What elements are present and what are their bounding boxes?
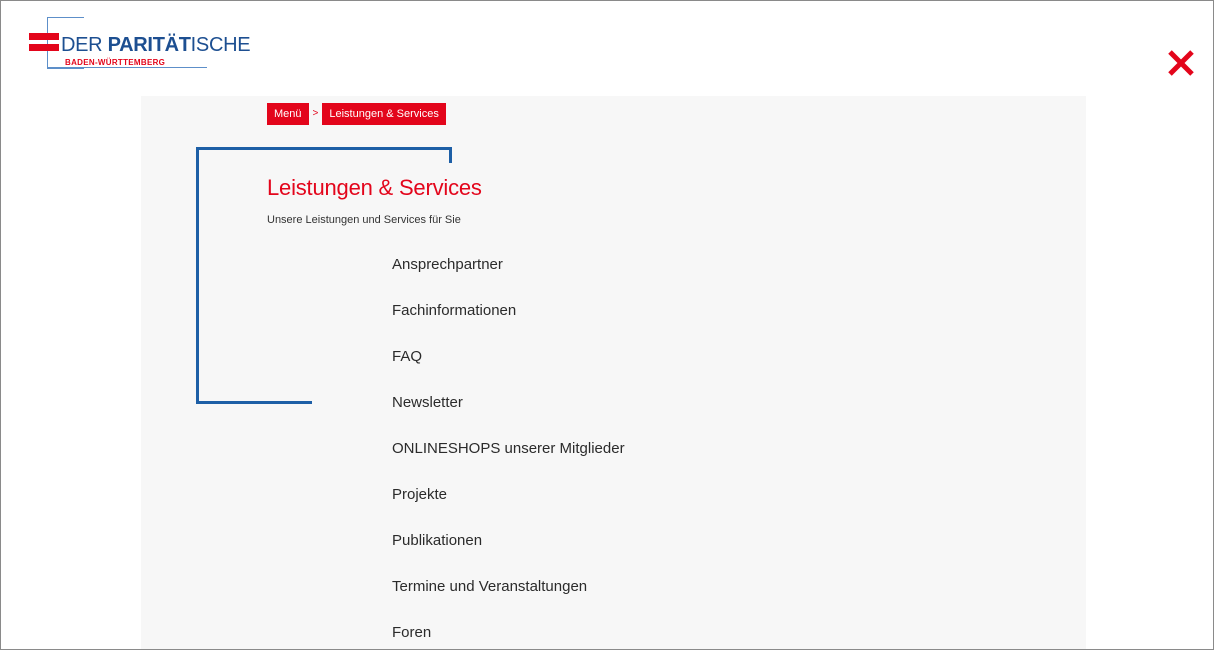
logo-wordmark-strong: PARITÄT [107, 34, 191, 56]
decorative-bracket-tick [449, 147, 452, 163]
submenu-list: Ansprechpartner Fachinformationen FAQ Ne… [392, 251, 625, 649]
menu-item-publikationen[interactable]: Publikationen [392, 527, 625, 573]
close-button[interactable] [1165, 47, 1197, 79]
decorative-bracket-left [196, 147, 199, 404]
page-frame: DER PARITÄTISCHE BADEN-WÜRTTEMBERG Menü … [0, 0, 1214, 650]
decorative-bracket-bottom [196, 401, 312, 404]
menu-item-faq[interactable]: FAQ [392, 343, 625, 389]
menu-item-fachinformationen[interactable]: Fachinformationen [392, 297, 625, 343]
breadcrumb-separator: > [312, 108, 319, 119]
logo-wordmark: DER PARITÄTISCHE [61, 34, 251, 57]
menu-item-onlineshops[interactable]: ONLINESHOPS unserer Mitglieder [392, 435, 625, 481]
logo-region: BADEN-WÜRTTEMBERG [65, 58, 166, 67]
breadcrumb-item-leistungen-services[interactable]: Leistungen & Services [322, 103, 446, 125]
logo-wordmark-prefix: DER [61, 34, 108, 56]
logo-mark-icon [29, 33, 59, 53]
decorative-bracket-top [196, 147, 452, 150]
menu-item-newsletter[interactable]: Newsletter [392, 389, 625, 435]
section-title: Leistungen & Services [267, 175, 482, 200]
section-subtitle: Unsere Leistungen und Services für Sie [267, 214, 461, 226]
logo-wordmark-suffix: ISCHE [190, 34, 251, 56]
breadcrumb: Menü > Leistungen & Services [267, 103, 446, 125]
menu-item-projekte[interactable]: Projekte [392, 481, 625, 527]
breadcrumb-item-menu[interactable]: Menü [267, 103, 309, 125]
logo[interactable]: DER PARITÄTISCHE BADEN-WÜRTTEMBERG [17, 17, 297, 77]
menu-item-foren[interactable]: Foren [392, 619, 625, 649]
menu-item-ansprechpartner[interactable]: Ansprechpartner [392, 251, 625, 297]
close-icon [1168, 50, 1194, 76]
menu-item-termine-veranstaltungen[interactable]: Termine und Veranstaltungen [392, 573, 625, 619]
logo-frame-underline [47, 67, 207, 68]
